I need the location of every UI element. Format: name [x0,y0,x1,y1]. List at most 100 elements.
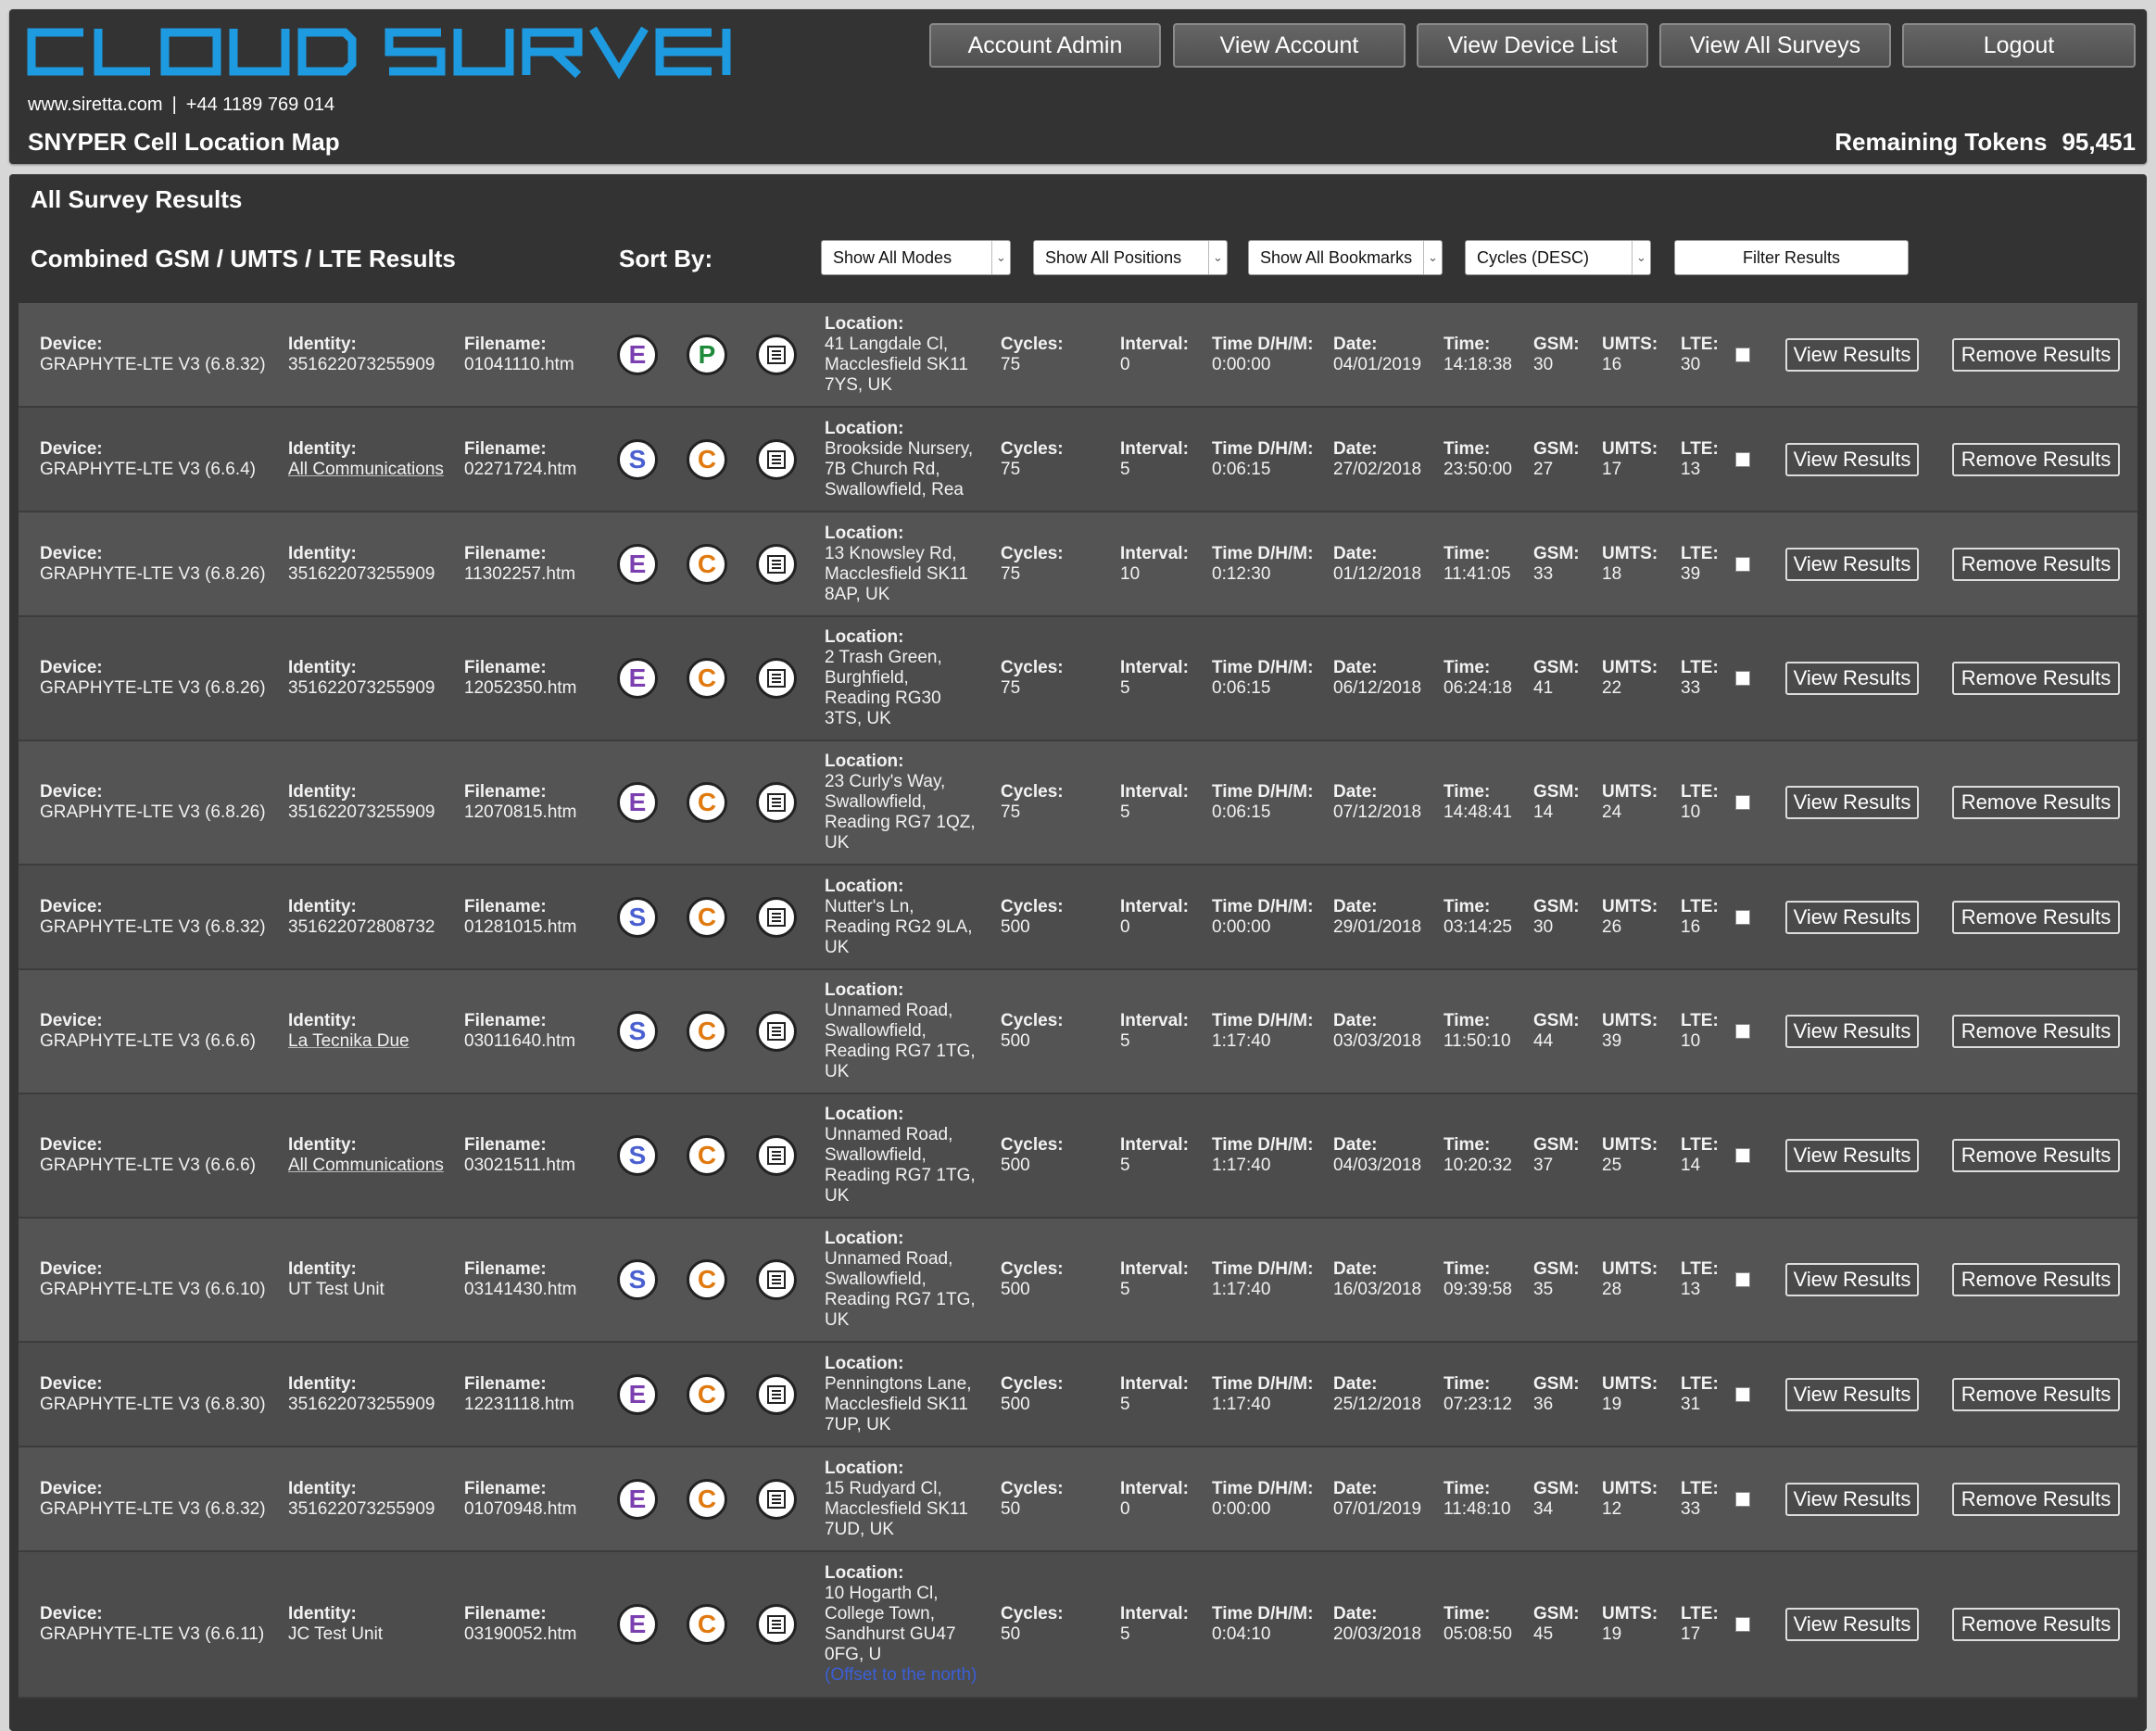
survey-row: Device: GRAPHYTE-LTE V3 (6.6.6) Identity: L… [19,970,2137,1094]
order-select[interactable]: Cycles (DESC) ⌄ [1465,240,1651,275]
mode-badge-icon[interactable]: E [617,543,658,585]
details-list-icon[interactable] [756,1135,797,1176]
mode-badge-icon[interactable]: E [617,334,658,375]
mode-badge-icon[interactable]: E [617,782,658,823]
position-badge-icon[interactable]: C [687,1604,727,1645]
identity-label: Identity: [288,438,357,459]
bookmark-checkbox[interactable] [1735,1386,1750,1402]
view-results-button[interactable]: View Results [1785,1377,1919,1411]
cycles-value: 50 [1001,1624,1021,1644]
position-badge-icon[interactable]: C [687,438,727,480]
bookmark-checkbox[interactable] [1735,1148,1750,1163]
mode-badge-icon[interactable]: S [617,1135,658,1176]
position-badge-icon[interactable]: C [687,1011,727,1052]
position-badge-icon[interactable]: C [687,1135,727,1176]
time-label: Time: [1444,1373,1491,1394]
mode-badge-icon[interactable]: E [617,1373,658,1415]
details-list-icon[interactable] [756,1478,797,1520]
position-badge-icon[interactable]: C [687,1478,727,1520]
bookmark-checkbox[interactable] [1735,1024,1750,1039]
remove-results-button[interactable]: Remove Results [1952,1482,2120,1516]
lte-value: 17 [1681,1624,1701,1644]
remove-results-button[interactable]: Remove Results [1952,900,2120,934]
remove-results-button[interactable]: Remove Results [1952,547,2120,581]
remove-results-button[interactable]: Remove Results [1952,1139,2120,1172]
view-account-button[interactable]: View Account [1173,23,1406,68]
mode-badge-icon[interactable]: E [617,1478,658,1520]
modes-select[interactable]: Show All Modes ⌄ [821,240,1011,275]
position-badge-icon[interactable]: C [687,658,727,699]
view-results-button[interactable]: View Results [1785,1139,1919,1172]
position-badge-icon[interactable]: C [687,543,727,585]
filter-results-button[interactable]: Filter Results [1674,240,1909,275]
bookmark-checkbox[interactable] [1735,671,1750,686]
cloud-survey-logo[interactable] [26,24,735,80]
details-list-icon[interactable] [756,1011,797,1052]
bookmark-checkbox[interactable] [1735,909,1750,925]
view-results-button[interactable]: View Results [1785,442,1919,476]
bookmark-checkbox[interactable] [1735,451,1750,467]
details-list-icon[interactable] [756,1604,797,1645]
account-admin-button[interactable]: Account Admin [929,23,1161,68]
mode-badge-icon[interactable]: S [617,1011,658,1052]
bookmark-checkbox[interactable] [1735,1272,1750,1287]
mode-badge-icon[interactable]: S [617,438,658,480]
bookmark-checkbox[interactable] [1735,347,1750,362]
position-badge-icon[interactable]: C [687,896,727,938]
lte-cell: LTE: 33 [1681,1479,1719,1520]
gsm-value: 30 [1533,354,1554,374]
bookmark-checkbox[interactable] [1735,1617,1750,1632]
view-device-list-button[interactable]: View Device List [1417,23,1648,68]
view-results-button[interactable]: View Results [1785,1015,1919,1048]
bookmark-checkbox[interactable] [1735,556,1750,572]
view-results-button[interactable]: View Results [1785,900,1919,934]
view-results-button[interactable]: View Results [1785,1482,1919,1516]
details-list-icon[interactable] [756,896,797,938]
remove-results-button[interactable]: Remove Results [1952,442,2120,476]
mode-badge-icon[interactable]: S [617,896,658,938]
position-badge-icon[interactable]: P [687,334,727,375]
remove-results-button[interactable]: Remove Results [1952,337,2120,372]
interval-value: 5 [1120,1394,1130,1414]
identity-value[interactable]: All Communications [288,1156,444,1176]
position-badge-icon[interactable]: C [687,782,727,823]
remove-results-button[interactable]: Remove Results [1952,1263,2120,1296]
mode-badge-icon[interactable]: E [617,1604,658,1645]
details-list-icon[interactable] [756,1373,797,1415]
device-cell: Device: GRAPHYTE-LTE V3 (6.8.30) [40,1374,266,1415]
position-badge-icon[interactable]: C [687,1259,727,1300]
details-list-icon[interactable] [756,1259,797,1300]
remove-results-button[interactable]: Remove Results [1952,1015,2120,1048]
bookmark-checkbox[interactable] [1735,795,1750,810]
interval-value: 5 [1120,1031,1130,1051]
positions-select[interactable]: Show All Positions ⌄ [1033,240,1228,275]
remove-results-button[interactable]: Remove Results [1952,1608,2120,1641]
details-list-icon[interactable] [756,438,797,480]
view-all-surveys-button[interactable]: View All Surveys [1659,23,1891,68]
view-results-button[interactable]: View Results [1785,662,1919,695]
mode-badge-icon[interactable]: S [617,1259,658,1300]
view-results-button[interactable]: View Results [1785,547,1919,581]
remove-results-button[interactable]: Remove Results [1952,786,2120,819]
details-list-icon[interactable] [756,658,797,699]
time-label: Time: [1444,896,1491,916]
remove-results-button[interactable]: Remove Results [1952,1377,2120,1411]
logout-button[interactable]: Logout [1902,23,2136,68]
time-value: 11:48:10 [1444,1498,1511,1519]
remove-results-button[interactable]: Remove Results [1952,662,2120,695]
mode-badge-icon[interactable]: E [617,658,658,699]
view-results-button[interactable]: View Results [1785,786,1919,819]
view-results-button[interactable]: View Results [1785,337,1919,372]
bookmarks-select[interactable]: Show All Bookmarks ⌄ [1248,240,1443,275]
bookmark-checkbox[interactable] [1735,1491,1750,1507]
details-list-icon[interactable] [756,334,797,375]
details-list-icon[interactable] [756,782,797,823]
details-list-icon[interactable] [756,543,797,585]
identity-value[interactable]: All Communications [288,460,444,480]
position-badge-icon[interactable]: C [687,1373,727,1415]
website-link[interactable]: www.siretta.com [28,95,163,115]
identity-value[interactable]: La Tecnika Due [288,1031,410,1052]
identity-label: Identity: [288,658,357,677]
view-results-button[interactable]: View Results [1785,1608,1919,1641]
view-results-button[interactable]: View Results [1785,1263,1919,1296]
